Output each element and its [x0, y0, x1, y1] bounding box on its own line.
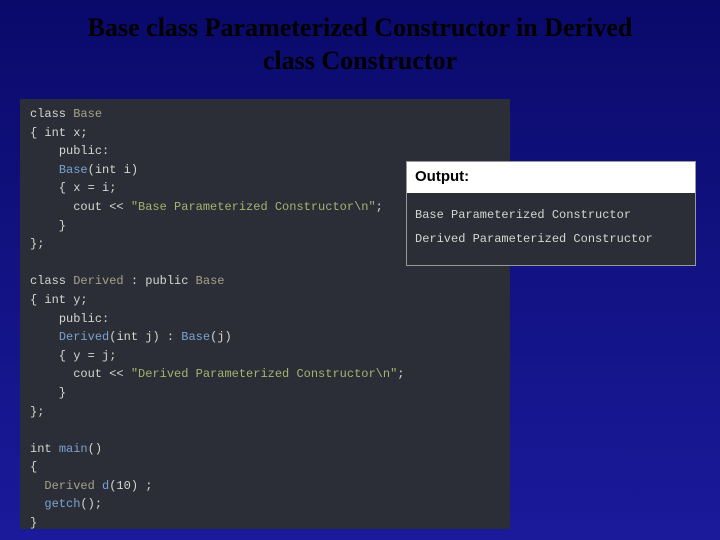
code-line: getch(); — [30, 495, 500, 514]
code-line: public: — [30, 310, 500, 329]
code-line: { int y; — [30, 291, 500, 310]
output-line: Base Parameterized Constructor — [415, 203, 687, 227]
code-line: cout << "Derived Parameterized Construct… — [30, 365, 500, 384]
slide-title: Base class Parameterized Constructor in … — [0, 0, 720, 81]
code-line: class Derived : public Base — [30, 272, 500, 291]
code-line: { y = j; — [30, 347, 500, 366]
code-line: { — [30, 458, 500, 477]
code-line: { int x; — [30, 124, 500, 143]
code-line: } — [30, 514, 500, 533]
output-line: Derived Parameterized Constructor — [415, 227, 687, 251]
code-line: Derived d(10) ; — [30, 477, 500, 496]
output-body: Base Parameterized ConstructorDerived Pa… — [407, 193, 695, 265]
output-panel: Output: Base Parameterized ConstructorDe… — [406, 161, 696, 266]
code-line: Derived(int j) : Base(j) — [30, 328, 500, 347]
code-line: public: — [30, 142, 500, 161]
code-line: }; — [30, 403, 500, 422]
code-line: class Base — [30, 105, 500, 124]
code-line: } — [30, 384, 500, 403]
output-header: Output: — [407, 162, 695, 193]
code-line — [30, 421, 500, 440]
code-line: int main() — [30, 440, 500, 459]
